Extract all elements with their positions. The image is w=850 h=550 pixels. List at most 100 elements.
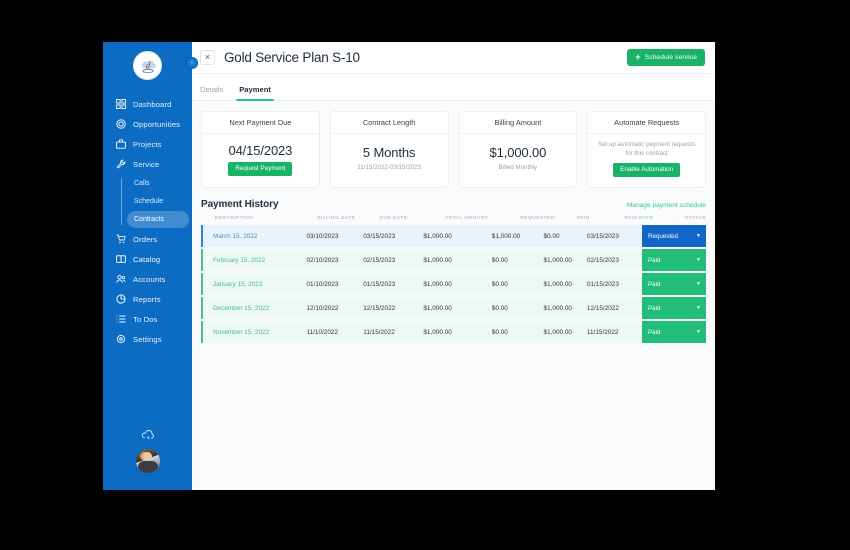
row-paid-date: 01/15/2023 (586, 280, 619, 288)
sidebar-item-opportunities[interactable]: Opportunities (103, 114, 192, 134)
card-title: Contract Length (330, 112, 448, 134)
tab-label: Details (200, 85, 224, 94)
row-billing-date: 01/10/2023 (306, 280, 339, 288)
card-title: Automate Requests (588, 112, 705, 134)
status-badge[interactable]: Requested ▼ (642, 225, 706, 247)
row-paid: $0.00 (543, 232, 560, 240)
table-row[interactable]: December 15, 2022 12/10/2022 12/15/2022 … (201, 297, 706, 319)
page-title: Gold Service Plan S-10 (224, 50, 360, 65)
manage-payment-schedule-link[interactable]: Manage payment schedule (627, 202, 706, 209)
card-body: 04/15/2023 Request Payment (202, 134, 319, 187)
row-due-date: 02/15/2023 (363, 256, 396, 264)
row-due-date: 12/15/2022 (363, 304, 396, 312)
table-row[interactable]: March 15, 2022 03/10/2023 03/15/2023 $1,… (201, 225, 706, 247)
card-title: Next Payment Due (202, 112, 319, 134)
plus-icon: + (635, 52, 641, 62)
schedule-service-button[interactable]: + Schedule service (627, 49, 705, 66)
content-area: Next Payment Due 04/15/2023 Request Paym… (192, 101, 715, 490)
row-paid-date: 12/15/2022 (586, 304, 619, 312)
user-avatar[interactable] (135, 449, 160, 473)
contract-date-range: 11/15/2022-03/15/2023 (357, 164, 421, 171)
row-description[interactable]: November 15, 2022 (203, 329, 306, 336)
cloud-upload-icon[interactable] (140, 428, 156, 442)
sidebar-subitem-schedule[interactable]: Schedule (127, 193, 189, 210)
sidebar-item-catalog[interactable]: Catalog (103, 249, 192, 269)
column-header-paid-date: PAID DATE (624, 216, 654, 221)
row-description[interactable]: February 15, 2022 (203, 257, 306, 264)
row-requested: $0.00 (491, 256, 508, 264)
card-title: Billing Amount (459, 112, 577, 134)
row-due-date: 03/15/2023 (363, 232, 396, 240)
sidebar-item-label: Opportunities (133, 119, 181, 129)
column-header-description: DESCRIPTION (215, 216, 254, 221)
sidebar-nav: Dashboard Opportunities Projects Service (103, 94, 192, 349)
card-next-payment-due: Next Payment Due 04/15/2023 Request Paym… (201, 111, 320, 188)
status-badge[interactable]: Paid ▼ (642, 273, 706, 295)
row-description[interactable]: January 15, 2023 (203, 281, 306, 288)
row-description[interactable]: December 15, 2022 (203, 305, 306, 312)
sidebar-item-accounts[interactable]: Accounts (103, 269, 192, 289)
sidebar-subitem-contracts[interactable]: Contracts (127, 211, 189, 228)
logo-container[interactable]: d (103, 42, 192, 88)
row-requested: $0.00 (491, 328, 508, 336)
sidebar-item-to-dos[interactable]: To Dos (103, 309, 192, 329)
sidebar-item-dashboard[interactable]: Dashboard (103, 94, 192, 114)
sidebar-item-service[interactable]: Service (103, 154, 192, 174)
row-description[interactable]: March 15, 2022 (203, 233, 306, 240)
card-contract-length: Contract Length 5 Months 11/15/2022-03/1… (329, 111, 449, 188)
chevron-left-icon: ‹ (191, 60, 193, 66)
request-payment-button[interactable]: Request Payment (228, 161, 293, 176)
tab-label: Payment (239, 85, 271, 94)
briefcase-icon (115, 139, 126, 150)
sidebar-collapse-button[interactable]: ‹ (186, 57, 198, 69)
sidebar-item-projects[interactable]: Projects (103, 134, 192, 154)
enable-automation-button[interactable]: Enable Automation (613, 162, 681, 177)
next-payment-due-value: 04/15/2023 (228, 142, 293, 158)
row-paid: $1,000.00 (543, 328, 572, 336)
row-requested: $1,000.00 (491, 232, 521, 240)
sidebar-item-reports[interactable]: Reports (103, 289, 192, 309)
row-paid: $1,000.00 (543, 256, 572, 264)
tab-details[interactable]: Details (200, 85, 223, 100)
sidebar-item-orders[interactable]: Orders (103, 229, 192, 249)
row-total-amount: $1,000.00 (423, 304, 452, 312)
column-header-paid: PAID (576, 216, 590, 221)
row-billing-date: 11/10/2022 (306, 328, 338, 336)
row-total-amount: $1,000.00 (423, 328, 452, 336)
status-badge-label: Paid (648, 280, 661, 288)
card-body: $1,000.00 Billed Monthly (460, 134, 577, 187)
row-billing-date: 02/10/2023 (306, 256, 339, 264)
row-due-date: 01/15/2023 (363, 280, 396, 288)
table-row[interactable]: February 15, 2022 02/10/2023 02/15/2023 … (201, 249, 706, 271)
row-paid-date: 11/15/2022 (586, 328, 619, 336)
contract-length-value: 5 Months (362, 145, 416, 160)
card-body: Set up automatic payment requests for th… (588, 134, 705, 187)
topbar: × Gold Service Plan S-10 + Schedule serv… (192, 42, 715, 74)
status-badge-label: Paid (648, 256, 661, 264)
status-badge[interactable]: Paid ▼ (642, 297, 706, 319)
sidebar-item-label: Service (133, 159, 160, 169)
row-status-cell: Paid ▼ (642, 273, 706, 295)
close-button[interactable]: × (200, 50, 215, 65)
row-total-amount: $1,000.00 (423, 232, 452, 240)
sidebar-subitem-calls[interactable]: Calls (127, 175, 189, 192)
row-status-cell: Requested ▼ (642, 225, 706, 247)
row-status-cell: Paid ▼ (642, 249, 706, 271)
row-total-amount: $1,000.00 (423, 280, 452, 288)
sidebar-item-settings[interactable]: Settings (103, 329, 192, 349)
tab-payment[interactable]: Payment (236, 85, 274, 101)
target-icon (115, 119, 126, 130)
card-billing-amount: Billing Amount $1,000.00 Billed Monthly (458, 111, 578, 188)
tab-bar: Details Payment (192, 74, 715, 101)
chevron-down-icon: ▼ (696, 256, 701, 263)
chevron-down-icon: ▼ (696, 328, 701, 335)
pie-chart-icon (115, 294, 126, 305)
status-badge[interactable]: Paid ▼ (642, 321, 706, 343)
table-row[interactable]: November 15, 2022 11/10/2022 11/15/2022 … (201, 321, 706, 343)
chevron-down-icon: ▼ (696, 232, 701, 239)
chevron-down-icon: ▼ (696, 280, 701, 287)
wrench-icon (115, 159, 126, 170)
sidebar-item-label: Reports (133, 294, 161, 304)
table-row[interactable]: January 15, 2023 01/10/2023 01/15/2023 $… (201, 273, 706, 295)
status-badge[interactable]: Paid ▼ (642, 249, 706, 271)
